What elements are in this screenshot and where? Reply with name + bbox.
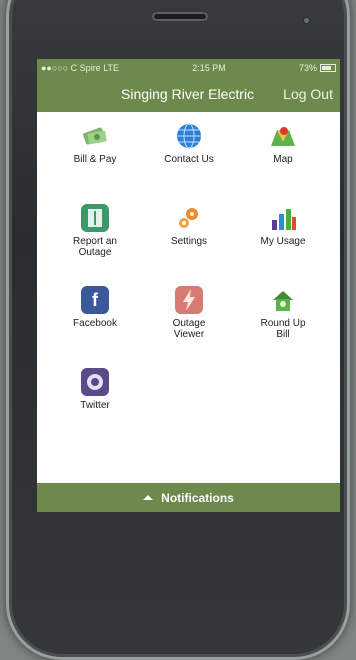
page-title: Singing River Electric [121,86,255,102]
menu-item-label: Facebook [73,318,117,329]
time-label: 2:15 PM [192,62,226,73]
logout-button[interactable]: Log Out [283,86,333,102]
status-bar: ●●○○○ C Spire LTE 2:15 PM 73% [37,59,340,76]
menu-item-outage-viewer[interactable]: Outage Viewer [139,286,239,340]
menu-item-contact-us[interactable]: Contact Us [139,122,239,165]
menu-item-twitter[interactable]: Twitter [45,368,145,411]
menu-item-report-outage[interactable]: Report an Outage [45,204,145,258]
phone-frame: ●●○○○ C Spire LTE 2:15 PM 73% Singing Ri… [6,0,350,660]
menu-item-label: Twitter [80,400,110,411]
twitter-icon [81,368,109,396]
notifications-button[interactable]: Notifications [37,483,340,512]
menu-item-label: Report an Outage [73,236,117,258]
globe-icon [175,122,203,150]
menu-item-facebook[interactable]: f Facebook [45,286,145,329]
menu-item-settings[interactable]: Settings [139,204,239,247]
chevron-up-icon [143,495,154,500]
menu-item-label: Contact Us [164,154,214,165]
status-right: 73% [299,63,336,73]
front-camera [302,16,311,25]
battery-icon [319,63,336,72]
menu-grid: Bill & Pay Contact Us Map Report an Outa… [37,112,340,483]
map-icon [269,122,297,150]
notifications-label: Notifications [161,490,234,505]
menu-item-label: My Usage [260,236,306,247]
menu-item-bill-pay[interactable]: Bill & Pay [45,122,145,165]
menu-item-label: Bill & Pay [73,154,117,165]
app-screen: ●●○○○ C Spire LTE 2:15 PM 73% Singing Ri… [37,59,340,512]
bar-chart-icon [269,204,297,232]
menu-item-label: Map [273,154,293,165]
facebook-icon: f [81,286,109,314]
menu-item-my-usage[interactable]: My Usage [233,204,333,247]
nav-bar: Singing River Electric Log Out [37,76,340,112]
house-icon [269,286,297,314]
gears-icon [175,204,203,232]
battery-percent: 73% [298,62,317,73]
menu-item-label: Round Up Bill [260,318,306,340]
menu-item-round-up-bill[interactable]: Round Up Bill [233,286,333,340]
menu-item-map[interactable]: Map [233,122,333,165]
lightning-icon [175,286,203,314]
menu-item-label: Settings [170,236,208,247]
report-icon [81,204,109,232]
menu-item-label: Outage Viewer [172,318,206,340]
carrier-label: ●●○○○ C Spire LTE [41,62,120,73]
speaker-grille [152,12,208,21]
money-icon [81,122,109,150]
